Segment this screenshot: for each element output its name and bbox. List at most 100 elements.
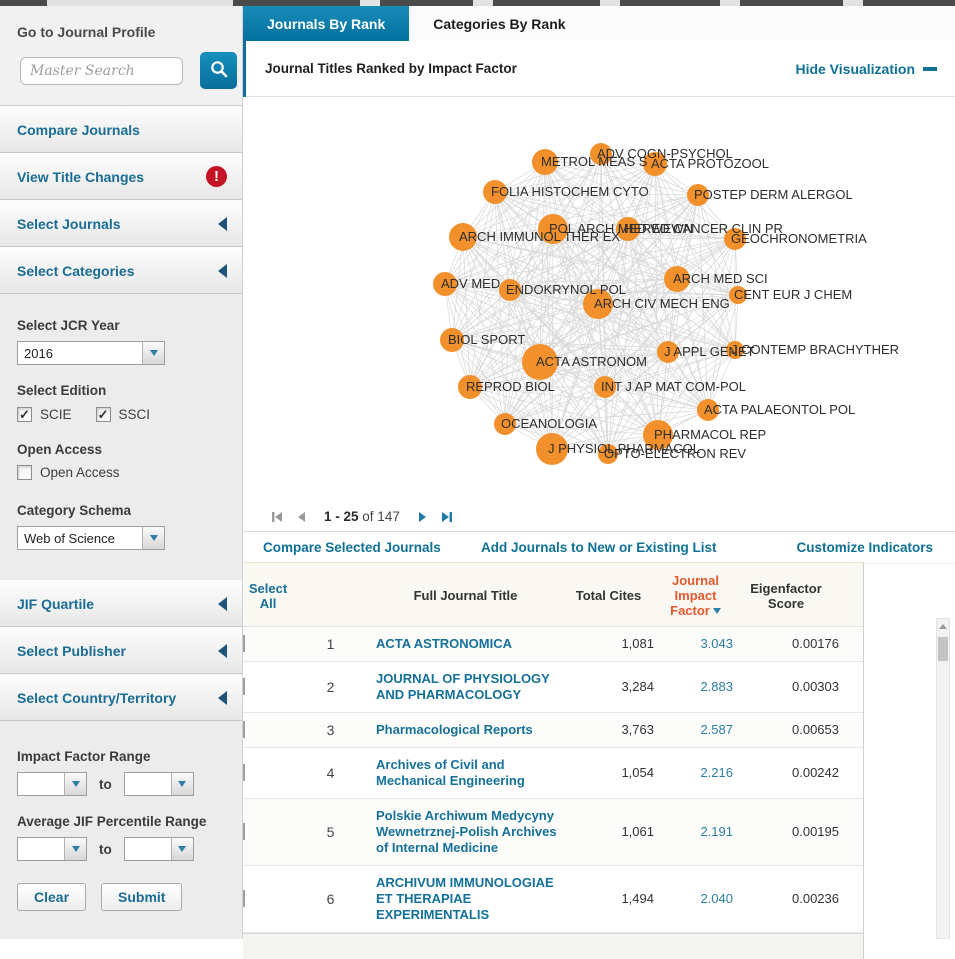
search-button[interactable] bbox=[200, 52, 237, 89]
network-node-label: OPTO-ELECTRON REV bbox=[604, 446, 746, 461]
sidebar-item-select-country-territory[interactable]: Select Country/Territory bbox=[0, 674, 242, 721]
journal-title-link[interactable]: Polskie Archiwum Medycyny Wewnetrznej-Po… bbox=[368, 808, 563, 856]
triangle-left-icon bbox=[218, 217, 227, 231]
journal-title-link[interactable]: JOURNAL OF PHYSIOLOGY AND PHARMACOLOGY bbox=[368, 671, 563, 703]
network-node-label: INT J AP MAT COM-POL bbox=[601, 379, 746, 394]
customize-indicators-link[interactable]: Customize Indicators bbox=[796, 540, 933, 555]
impact-factor-max-select[interactable] bbox=[124, 772, 194, 796]
jcr-year-value: 2016 bbox=[18, 346, 53, 361]
main-content: Journals By Rank Categories By Rank Jour… bbox=[243, 6, 955, 939]
row-rank: 3 bbox=[293, 722, 368, 738]
journal-title-link[interactable]: Archives of Civil and Mechanical Enginee… bbox=[368, 757, 563, 789]
triangle-left-icon bbox=[218, 644, 227, 658]
journal-title-link[interactable]: ACTA ASTRONOMICA bbox=[368, 636, 563, 652]
row-checkbox[interactable] bbox=[243, 823, 245, 840]
eigenfactor-value: 0.00653 bbox=[733, 722, 845, 738]
journal-profile-heading: Go to Journal Profile bbox=[17, 24, 242, 40]
impact-factor-value[interactable]: 2.216 bbox=[658, 765, 733, 781]
row-checkbox[interactable] bbox=[243, 890, 245, 907]
eigenfactor-value: 0.00236 bbox=[733, 891, 845, 907]
network-node-label: ADV MED bbox=[441, 276, 500, 291]
sidebar-item-label: Select Journals bbox=[17, 216, 121, 232]
impact-factor-value[interactable]: 2.883 bbox=[658, 679, 733, 695]
sidebar-item-select-journals[interactable]: Select Journals bbox=[0, 200, 242, 247]
tab-categories-by-rank[interactable]: Categories By Rank bbox=[409, 6, 589, 41]
impact-factor-range-label: Impact Factor Range bbox=[17, 749, 242, 764]
journal-impact-factor-header[interactable]: Journal Impact Factor bbox=[658, 573, 733, 618]
eigenfactor-value: 0.00176 bbox=[733, 636, 845, 652]
table-row: 6ARCHIVUM IMMUNOLOGIAE ET THERAPIAE EXPE… bbox=[243, 866, 863, 933]
chevron-down-icon bbox=[64, 838, 86, 860]
table-scrollbar[interactable] bbox=[936, 618, 950, 939]
journal-title-link[interactable]: ARCHIVUM IMMUNOLOGIAE ET THERAPIAE EXPER… bbox=[368, 875, 563, 923]
edition-checkbox-label: SSCI bbox=[119, 407, 151, 422]
network-node-label: FOLIA HISTOCHEM CYTO bbox=[491, 184, 649, 199]
sidebar-item-compare-journals[interactable]: Compare Journals bbox=[0, 106, 242, 153]
impact-factor-value[interactable]: 3.043 bbox=[658, 636, 733, 652]
sidebar-item-select-publisher[interactable]: Select Publisher bbox=[0, 627, 242, 674]
master-search-input[interactable] bbox=[20, 57, 183, 85]
sidebar-item-select-categories[interactable]: Select Categories bbox=[0, 247, 242, 294]
edition-checkbox-ssci[interactable]: ✓ bbox=[96, 407, 111, 422]
compare-selected-journals-link[interactable]: Compare Selected Journals bbox=[263, 540, 441, 555]
row-checkbox[interactable] bbox=[243, 721, 245, 738]
minus-icon bbox=[923, 67, 937, 71]
total-cites-value: 1,061 bbox=[563, 824, 658, 840]
edition-checkbox-scie[interactable]: ✓ bbox=[17, 407, 32, 422]
impact-factor-value[interactable]: 2.040 bbox=[658, 891, 733, 907]
sidebar-item-label: Select Country/Territory bbox=[17, 690, 176, 706]
sidebar-filters: Select JCR Year 2016 Select Edition ✓SCI… bbox=[0, 294, 242, 580]
category-schema-select[interactable]: Web of Science bbox=[17, 526, 165, 550]
network-node-label: ACTA ASTRONOM bbox=[536, 354, 647, 369]
top-strip bbox=[0, 0, 955, 6]
impact-factor-value[interactable]: 2.587 bbox=[658, 722, 733, 738]
hide-visualization-link[interactable]: Hide Visualization bbox=[795, 61, 937, 77]
network-node-label: REPROD BIOL bbox=[466, 379, 555, 394]
total-cites-value: 1,494 bbox=[563, 891, 658, 907]
row-checkbox[interactable] bbox=[243, 635, 245, 652]
avg-jif-max-select[interactable] bbox=[124, 837, 194, 861]
last-page-button[interactable] bbox=[440, 510, 454, 524]
sidebar-item-label: JIF Quartile bbox=[17, 596, 94, 612]
add-journals-to-list-link[interactable]: Add Journals to New or Existing List bbox=[481, 540, 717, 555]
network-node-label: POSTEP DERM ALERGOL bbox=[694, 187, 853, 202]
total-cites-header[interactable]: Total Cites bbox=[563, 588, 658, 603]
triangle-left-icon bbox=[218, 597, 227, 611]
avg-jif-min-select[interactable] bbox=[17, 837, 87, 861]
eigenfactor-score-header[interactable]: Eigenfactor Score bbox=[733, 581, 845, 611]
journal-title-link[interactable]: Pharmacological Reports bbox=[368, 722, 563, 738]
select-all-header[interactable]: Select All bbox=[243, 581, 293, 611]
clear-button[interactable]: Clear bbox=[17, 883, 86, 911]
network-node-label: ARCH CIV MECH ENG bbox=[594, 296, 730, 311]
impact-factor-min-select[interactable] bbox=[17, 772, 87, 796]
eigenfactor-value: 0.00303 bbox=[733, 679, 845, 695]
scrollbar-thumb[interactable] bbox=[938, 637, 948, 661]
triangle-left-icon bbox=[218, 264, 227, 278]
sidebar: Go to Journal Profile Compare JournalsVi… bbox=[0, 6, 243, 939]
network-node-label: ACTA PROTOZOOL bbox=[651, 156, 769, 171]
submit-button[interactable]: Submit bbox=[101, 883, 182, 911]
network-node-label: PHARMACOL REP bbox=[654, 427, 766, 442]
row-checkbox[interactable] bbox=[243, 678, 245, 695]
first-page-button[interactable] bbox=[270, 510, 284, 524]
sidebar-item-view-title-changes[interactable]: View Title Changes! bbox=[0, 153, 242, 200]
impact-factor-value[interactable]: 2.191 bbox=[658, 824, 733, 840]
jcr-year-select[interactable]: 2016 bbox=[17, 341, 165, 365]
open-access-checkbox[interactable] bbox=[17, 465, 32, 480]
next-page-button[interactable] bbox=[417, 510, 429, 524]
scroll-up-button[interactable] bbox=[937, 619, 949, 633]
range-to-label: to bbox=[99, 777, 112, 792]
row-checkbox[interactable] bbox=[243, 764, 245, 781]
edition-label: Select Edition bbox=[17, 383, 242, 398]
open-access-option-label: Open Access bbox=[40, 465, 120, 480]
sidebar-item-jif-quartile[interactable]: JIF Quartile bbox=[0, 580, 242, 627]
chevron-down-icon bbox=[142, 342, 164, 364]
table-actions: Compare Selected Journals Add Journals t… bbox=[243, 532, 955, 564]
table-row: 3Pharmacological Reports3,7632.5870.0065… bbox=[243, 713, 863, 748]
table-row: 1ACTA ASTRONOMICA1,0813.0430.00176 bbox=[243, 627, 863, 662]
total-cites-value: 1,081 bbox=[563, 636, 658, 652]
tab-journals-by-rank[interactable]: Journals By Rank bbox=[243, 6, 409, 41]
previous-page-button[interactable] bbox=[295, 510, 307, 524]
alert-icon: ! bbox=[206, 166, 227, 187]
tab-accent-bar bbox=[243, 41, 246, 97]
